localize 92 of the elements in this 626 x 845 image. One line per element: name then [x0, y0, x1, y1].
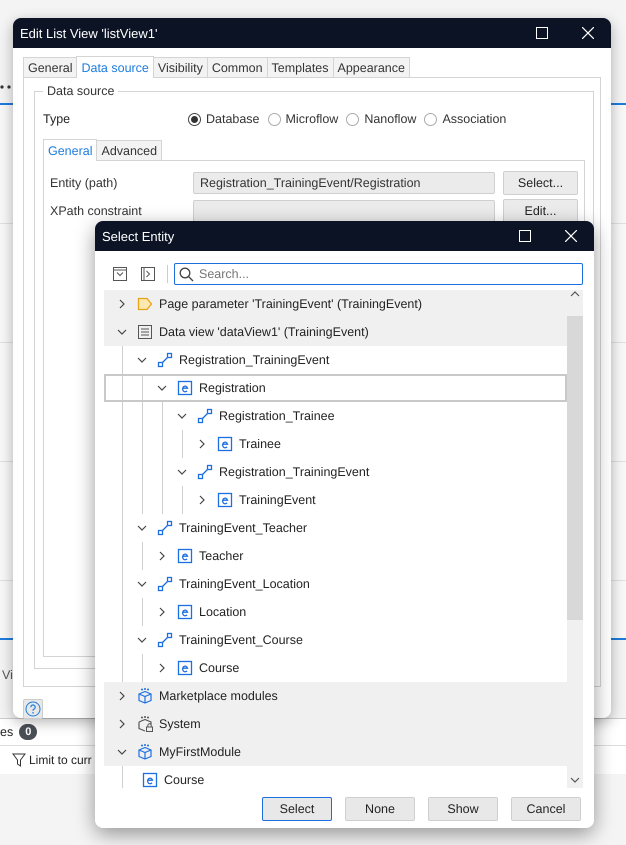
dialog-button[interactable]: Show — [428, 797, 498, 821]
window-title: Select Entity — [102, 228, 176, 244]
tab[interactable]: Data source — [76, 56, 154, 78]
expand-chevron-icon[interactable] — [157, 607, 167, 617]
count-badge: 0 — [19, 724, 38, 740]
collapse-chevron-icon[interactable] — [137, 523, 147, 533]
collapse-chevron-icon[interactable] — [137, 355, 147, 365]
tree-item[interactable]: MyFirstModule — [104, 738, 567, 766]
collapse-chevron-icon[interactable] — [117, 747, 127, 757]
collapse-chevron-icon[interactable] — [177, 467, 187, 477]
help-button[interactable] — [23, 699, 43, 719]
radio-circle[interactable] — [346, 112, 360, 126]
panel-label: es — [0, 725, 14, 739]
input-field[interactable]: Registration_TrainingEvent/Registration — [193, 172, 495, 194]
more-icon — [0, 85, 12, 89]
field-label: XPath constraint — [50, 204, 143, 218]
expand-chevron-icon[interactable] — [197, 495, 207, 505]
window-title: Edit List View 'listView1' — [20, 26, 158, 40]
close-icon — [565, 230, 577, 242]
expand-chevron-icon[interactable] — [117, 719, 127, 729]
collapse-chevron-icon[interactable] — [137, 635, 147, 645]
dialog-button[interactable]: None — [345, 797, 415, 821]
system-module-icon — [137, 716, 153, 732]
tab[interactable]: Visibility — [152, 57, 208, 77]
association-icon — [197, 464, 213, 480]
tree-item[interactable]: Page parameter 'TrainingEvent' (TrainingEvent) — [104, 290, 567, 318]
help-icon — [25, 701, 41, 717]
tab[interactable]: Advanced — [96, 140, 162, 160]
entity-icon — [177, 660, 193, 676]
scrollbar[interactable] — [567, 290, 583, 788]
filter-icon — [12, 753, 26, 767]
tree-item[interactable]: Marketplace modules — [104, 682, 567, 710]
collapse-chevron-icon[interactable] — [137, 579, 147, 589]
tree-item[interactable]: Registration — [104, 374, 567, 402]
expand-chevron-icon[interactable] — [157, 551, 167, 561]
expand-chevron-icon[interactable] — [157, 663, 167, 673]
field-label: Entity (path) — [50, 176, 118, 190]
radio-option[interactable]: Microflow — [268, 112, 338, 126]
collapse-chevron-icon[interactable] — [177, 411, 187, 421]
entity-icon — [177, 548, 193, 564]
search-icon — [179, 267, 194, 282]
radio-option[interactable]: Nanoflow — [346, 112, 416, 126]
field-label: Type — [43, 112, 72, 126]
side-tab[interactable]: Vi — [2, 668, 13, 682]
radio-circle[interactable] — [188, 112, 201, 126]
collapse-all-icon — [140, 266, 156, 282]
collapse-chevron-icon[interactable] — [117, 327, 127, 337]
tab[interactable]: Appearance — [332, 57, 410, 77]
radio-circle[interactable] — [424, 112, 438, 126]
radio-option[interactable]: Database — [188, 112, 260, 126]
tree-item[interactable]: System — [104, 710, 567, 738]
entity-icon — [142, 772, 158, 788]
association-icon — [157, 520, 173, 536]
radio-option[interactable]: Association — [424, 112, 506, 126]
expand-all-icon — [112, 266, 128, 282]
close-icon — [582, 27, 594, 39]
dialog-button[interactable]: Cancel — [511, 797, 581, 821]
input-field[interactable] — [193, 200, 495, 222]
entity-icon — [177, 604, 193, 620]
expand-chevron-icon[interactable] — [117, 299, 127, 309]
field-button[interactable]: Edit... — [503, 199, 578, 223]
entity-icon — [177, 380, 193, 396]
association-icon — [197, 408, 213, 424]
tab[interactable]: Common — [206, 57, 268, 77]
entity-icon — [217, 436, 233, 452]
dialog-button[interactable]: Select — [262, 797, 332, 821]
maximize-icon — [519, 230, 531, 242]
expand-all-button[interactable] — [111, 265, 129, 283]
association-icon — [157, 632, 173, 648]
association-icon — [157, 576, 173, 592]
maximize-icon — [536, 27, 548, 39]
search-field[interactable]: Search... — [174, 263, 583, 285]
expand-chevron-icon[interactable] — [197, 439, 207, 449]
field-button[interactable]: Select... — [503, 171, 578, 195]
scroll-down-icon — [570, 776, 580, 784]
tab[interactable]: General — [43, 139, 98, 161]
collapse-chevron-icon[interactable] — [157, 383, 167, 393]
radio-circle[interactable] — [268, 112, 281, 126]
filter-label[interactable]: Limit to curr — [29, 753, 92, 767]
group-title: Data source — [46, 84, 116, 98]
data-view-icon — [137, 324, 153, 340]
expand-chevron-icon[interactable] — [117, 691, 127, 701]
association-icon — [157, 352, 173, 368]
parameter-icon — [137, 296, 153, 312]
module-icon — [137, 688, 153, 704]
tab[interactable]: General — [23, 57, 78, 77]
entity-icon — [217, 492, 233, 508]
collapse-all-button[interactable] — [139, 265, 157, 283]
tab[interactable]: Templates — [266, 57, 334, 77]
tree-item[interactable]: Data view 'dataView1' (TrainingEvent) — [104, 318, 567, 346]
scroll-up-icon — [570, 290, 580, 298]
module-icon — [137, 744, 153, 760]
